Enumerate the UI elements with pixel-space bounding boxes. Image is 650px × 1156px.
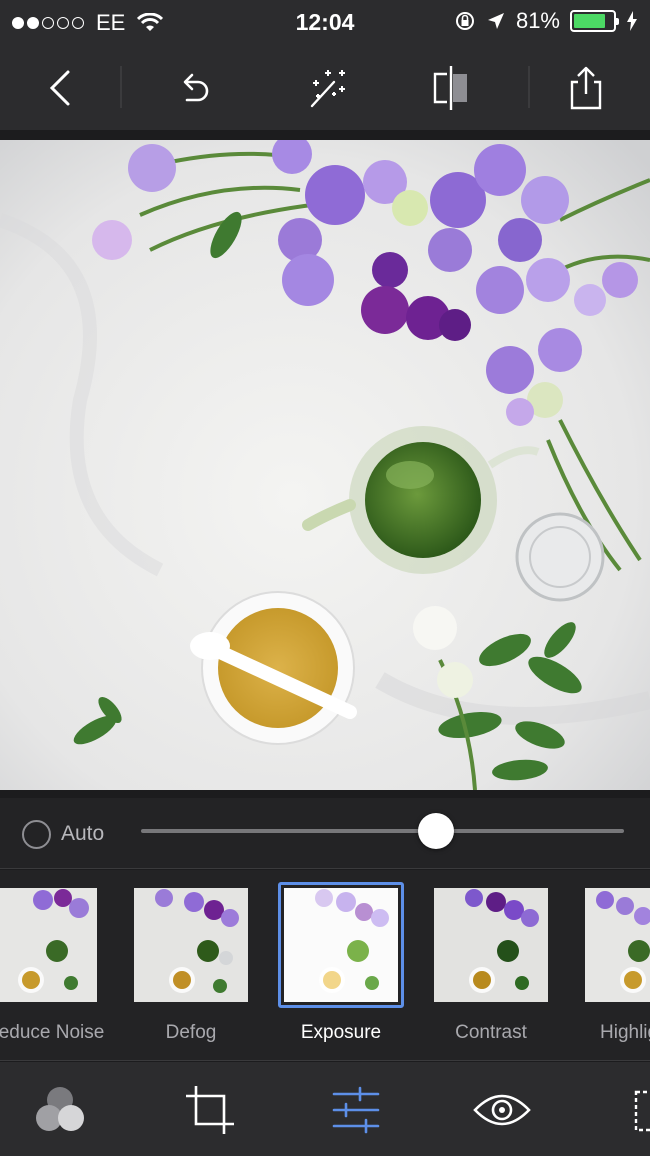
adjustments-tab[interactable] xyxy=(326,1082,386,1138)
filter-label-highlights[interactable]: Highlights xyxy=(600,1022,650,1044)
border-tab[interactable] xyxy=(612,1082,650,1138)
preview-tab[interactable] xyxy=(472,1082,532,1138)
thumbnail-image xyxy=(134,888,248,1002)
photo-image xyxy=(0,140,650,790)
filter-thumb-reduce-noise[interactable] xyxy=(0,888,97,1002)
compare-button[interactable] xyxy=(423,60,479,116)
undo-button[interactable] xyxy=(166,60,222,116)
share-icon xyxy=(570,66,602,110)
filter-thumb-highlights[interactable] xyxy=(585,888,650,1002)
filter-thumb-exposure[interactable] xyxy=(278,882,404,1008)
thumbnail-image xyxy=(434,888,548,1002)
status-right: 81% xyxy=(454,8,638,34)
battery-percent: 81% xyxy=(515,8,560,33)
adjustments-icon xyxy=(332,1086,380,1134)
compare-icon xyxy=(433,66,467,110)
auto-enhance-button[interactable] xyxy=(300,60,356,116)
undo-icon xyxy=(183,73,209,102)
adjustment-list: Reduce Noise Defog Exposure Contrast xyxy=(0,870,650,1060)
photo-canvas[interactable] xyxy=(0,140,650,790)
bottom-tab-bar xyxy=(0,1062,650,1156)
eye-icon xyxy=(473,1094,531,1126)
exposure-slider-track[interactable] xyxy=(141,829,624,833)
filter-label-exposure[interactable]: Exposure xyxy=(284,1022,398,1044)
filter-label-reduce-noise[interactable]: Reduce Noise xyxy=(0,1022,104,1044)
charging-icon xyxy=(627,11,637,31)
top-toolbar xyxy=(0,44,650,130)
thumbnail-image xyxy=(585,888,650,1002)
location-icon xyxy=(487,13,504,29)
back-button[interactable] xyxy=(33,60,89,116)
crop-icon xyxy=(186,1086,234,1134)
orientation-lock-icon xyxy=(455,12,474,30)
share-button[interactable] xyxy=(558,60,614,116)
adjustment-slider-row: Auto xyxy=(0,798,650,868)
back-icon xyxy=(49,70,70,106)
looks-tab[interactable] xyxy=(30,1082,90,1138)
thumbnail-image xyxy=(0,888,97,1002)
thumbnail-image xyxy=(284,888,398,1002)
filter-thumb-defog[interactable] xyxy=(134,888,248,1002)
crop-tab[interactable] xyxy=(180,1082,240,1138)
auto-toggle[interactable] xyxy=(22,820,51,849)
auto-label[interactable]: Auto xyxy=(61,822,104,846)
border-icon xyxy=(634,1090,650,1132)
battery-icon xyxy=(570,10,619,32)
looks-icon xyxy=(36,1087,84,1131)
filter-label-contrast[interactable]: Contrast xyxy=(434,1022,548,1044)
filter-thumb-contrast[interactable] xyxy=(434,888,548,1002)
status-bar: EE 12:04 81% xyxy=(0,0,650,44)
magic-wand-icon xyxy=(310,70,345,108)
filter-label-defog[interactable]: Defog xyxy=(134,1022,248,1044)
exposure-slider-thumb[interactable] xyxy=(417,813,454,849)
